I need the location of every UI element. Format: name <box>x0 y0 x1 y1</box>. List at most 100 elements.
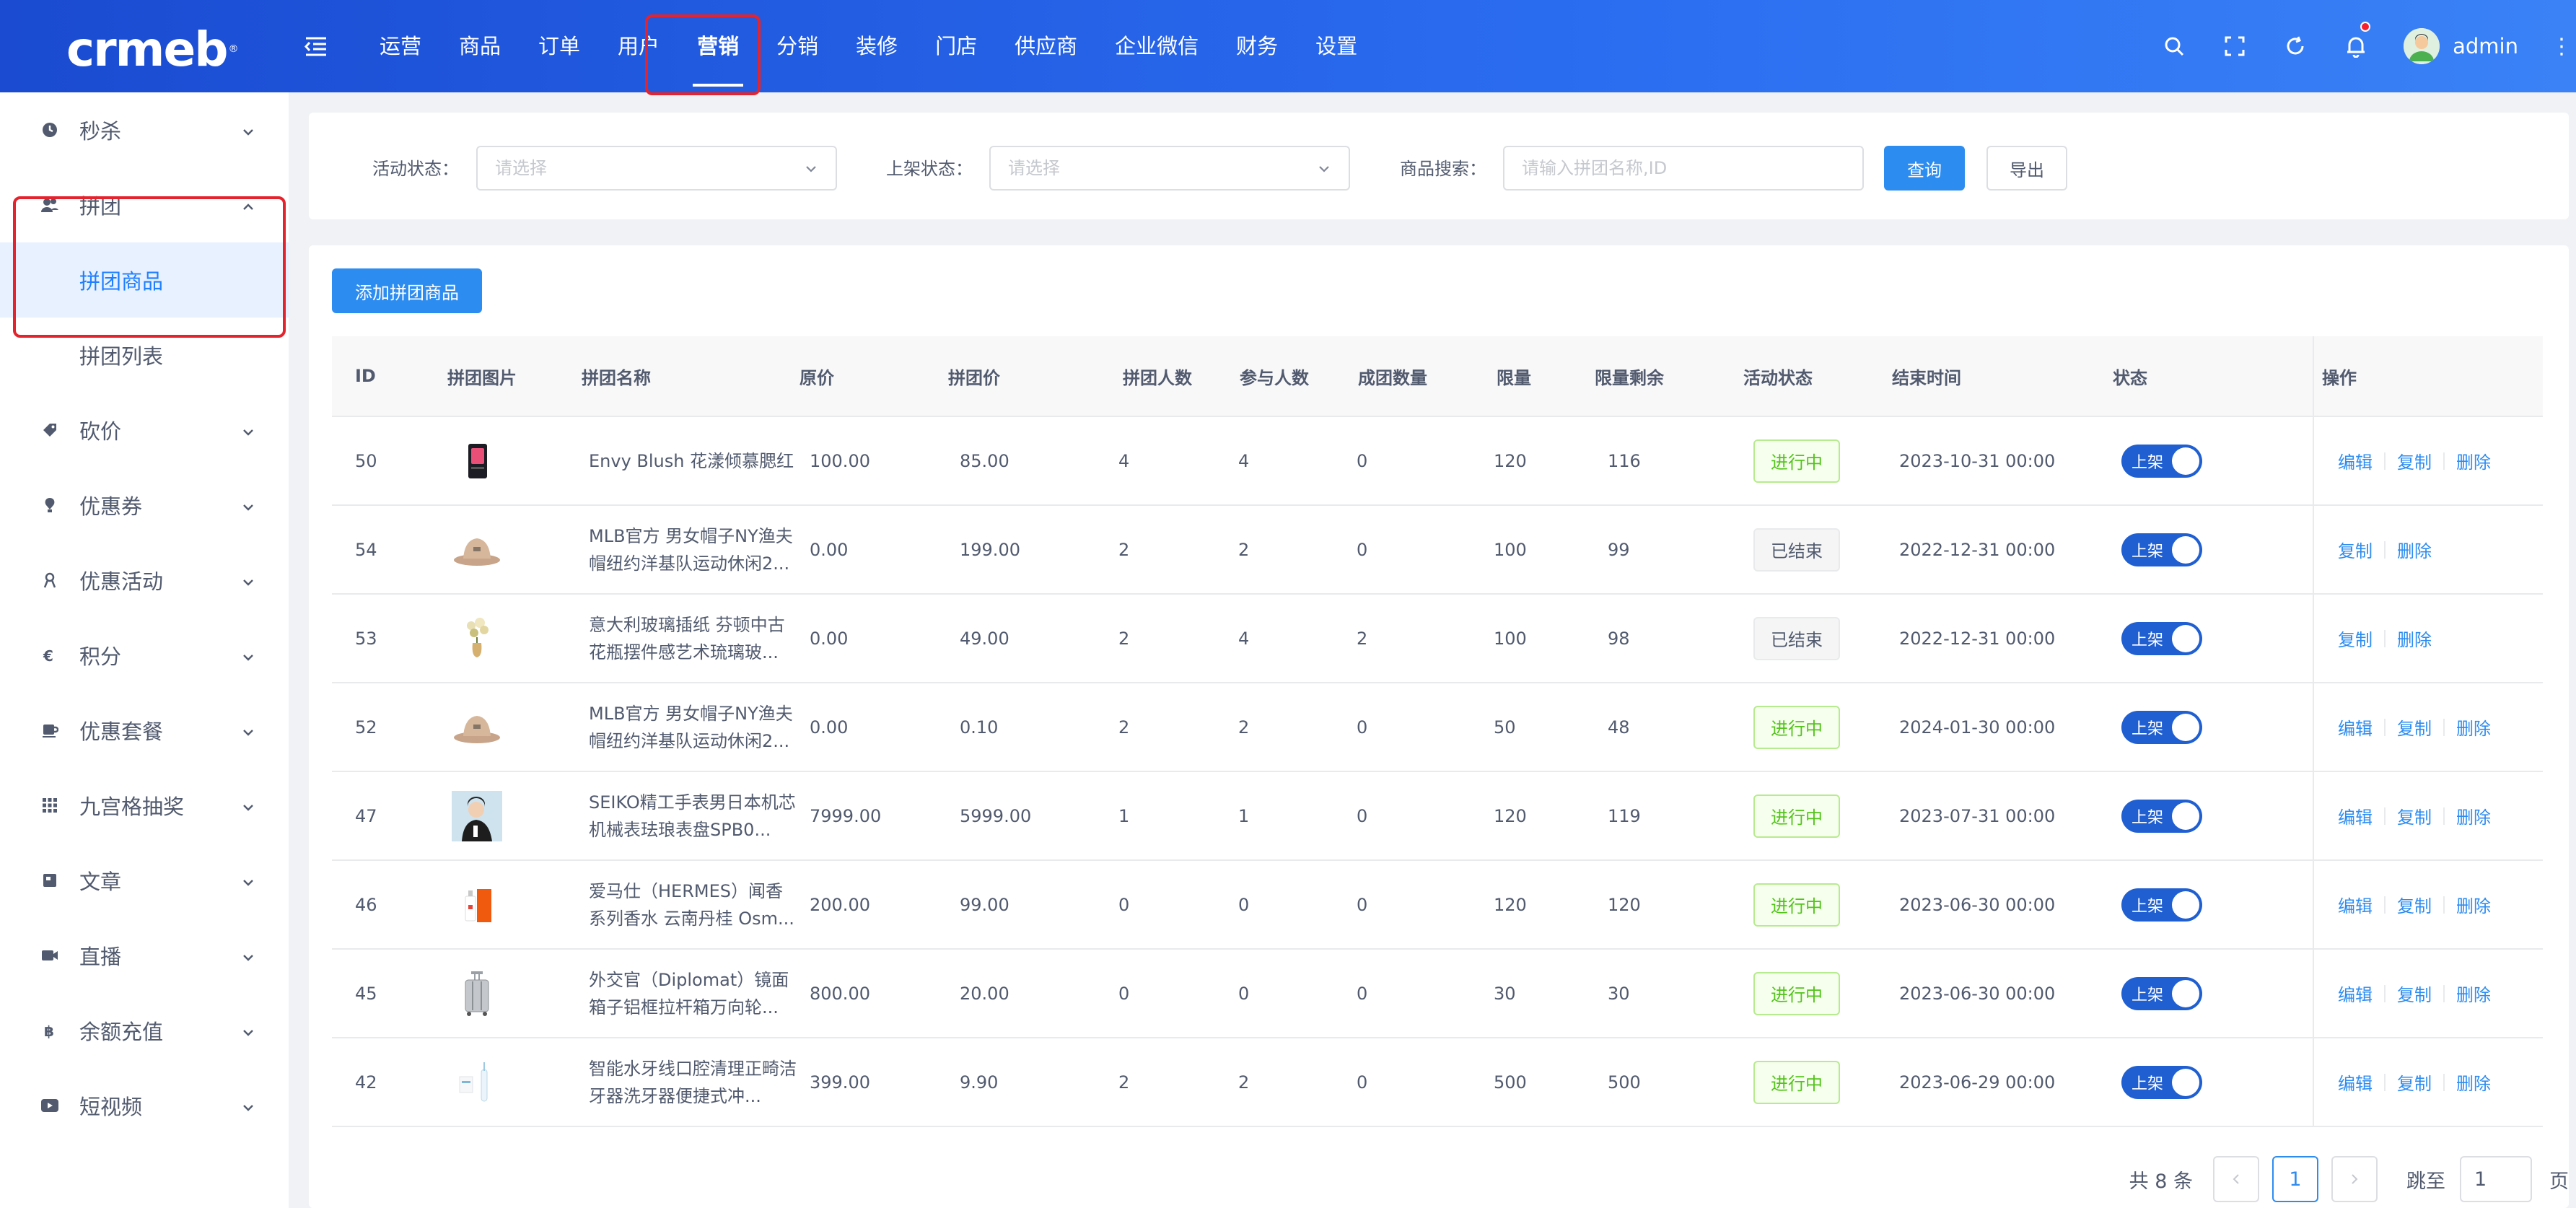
product-image[interactable] <box>452 772 502 859</box>
jump-page-input[interactable]: 1 <box>2460 1156 2532 1202</box>
row-actions: 编辑 复制 删除 <box>2338 803 2491 828</box>
action-link[interactable]: 编辑 <box>2338 892 2373 917</box>
page-1-button[interactable]: 1 <box>2272 1156 2318 1202</box>
sidebar-item[interactable]: € 积分 <box>0 618 289 693</box>
bell-icon[interactable] <box>2326 0 2386 92</box>
product-image[interactable] <box>452 1038 502 1126</box>
topnav-item[interactable]: 财务 <box>1217 0 1297 92</box>
action-link[interactable]: 删除 <box>2456 448 2491 473</box>
action-link[interactable]: 编辑 <box>2338 1069 2373 1095</box>
query-button[interactable]: 查询 <box>1884 146 1965 191</box>
product-image[interactable] <box>452 683 502 771</box>
table-panel: 添加拼团商品 ID 拼团图片 拼团名称 原价 拼团价 拼团人数 参与人数 成团数量 限量 限量剩余… <box>309 245 2569 1208</box>
action-link[interactable]: 编辑 <box>2338 714 2373 740</box>
sidebar-item[interactable]: 直播 <box>0 918 289 993</box>
toggle-label: 上架 <box>2132 1074 2164 1093</box>
sidebar-item-label: 九宫格抽奖 <box>79 795 185 819</box>
action-link[interactable]: 删除 <box>2397 537 2432 562</box>
fullscreen-icon[interactable] <box>2204 0 2265 92</box>
product-image[interactable] <box>452 950 502 1037</box>
prev-page-button[interactable] <box>2213 1156 2259 1202</box>
sidebar-item-label: 文章 <box>79 870 122 894</box>
product-image[interactable] <box>452 595 502 682</box>
refresh-icon[interactable] <box>2265 0 2326 92</box>
sidebar-item[interactable]: 优惠券 <box>0 468 289 543</box>
topnav-item[interactable]: 企业微信 <box>1096 0 1217 92</box>
cell-shelf-switch: 上架 <box>2121 950 2202 1037</box>
chevron-down-icon <box>240 872 257 889</box>
product-image[interactable] <box>452 861 502 948</box>
sidebar-item[interactable]: 优惠活动 <box>0 543 289 618</box>
sidebar-item[interactable]: ฿ 余额充值 <box>0 993 289 1068</box>
cell-limit: 120 <box>1494 450 1527 471</box>
action-link[interactable]: 复制 <box>2397 981 2432 1006</box>
topnav-item[interactable]: 装修 <box>837 0 916 92</box>
action-link[interactable]: 复制 <box>2397 714 2432 740</box>
cell-groups-formed: 0 <box>1357 1072 1368 1093</box>
sidebar-item[interactable]: 文章 <box>0 843 289 918</box>
product-image[interactable] <box>452 417 502 504</box>
action-link[interactable]: 删除 <box>2397 626 2432 651</box>
sidebar-item[interactable]: 优惠套餐 <box>0 693 289 768</box>
topnav-item[interactable]: 运营 <box>361 0 440 92</box>
topnav-item[interactable]: 供应商 <box>996 0 1096 92</box>
shelf-toggle[interactable]: 上架 <box>2121 533 2202 566</box>
highlight-box-marketing <box>645 14 761 95</box>
product-image[interactable] <box>452 506 502 593</box>
article-icon <box>40 871 59 890</box>
shelf-toggle[interactable]: 上架 <box>2121 976 2202 1010</box>
sidebar-item[interactable]: 秒杀 <box>0 92 289 167</box>
pagination: 共 8 条 1 跳至 1 页 <box>2129 1155 2569 1204</box>
username[interactable]: admin <box>2453 34 2518 58</box>
row-actions: 复制 删除 <box>2338 537 2432 562</box>
notification-dot <box>2360 22 2371 32</box>
next-page-button[interactable] <box>2331 1156 2378 1202</box>
action-link[interactable]: 删除 <box>2456 981 2491 1006</box>
shelf-toggle[interactable]: 上架 <box>2121 1065 2202 1099</box>
action-link[interactable]: 复制 <box>2338 626 2373 651</box>
action-divider <box>2384 452 2386 470</box>
cell-joined: 2 <box>1238 1072 1250 1093</box>
cell-id: 47 <box>355 805 377 826</box>
add-groupbuy-product-button[interactable]: 添加拼团商品 <box>332 268 482 313</box>
action-link[interactable]: 编辑 <box>2338 803 2373 828</box>
sidebar-item[interactable]: 短视频 <box>0 1068 289 1143</box>
action-link[interactable]: 删除 <box>2456 803 2491 828</box>
coupon-icon <box>40 496 59 515</box>
topnav-item[interactable]: 商品 <box>440 0 520 92</box>
action-link[interactable]: 复制 <box>2397 1069 2432 1095</box>
shelf-toggle[interactable]: 上架 <box>2121 799 2202 833</box>
topnav-item[interactable]: 订单 <box>520 0 599 92</box>
cell-activity-status: 已结束 <box>1753 595 1840 682</box>
shelf-status-select[interactable]: 请选择 <box>989 146 1350 191</box>
shelf-toggle[interactable]: 上架 <box>2121 444 2202 478</box>
sidebar-item[interactable]: 砍价 <box>0 393 289 468</box>
cell-limit-remaining: 120 <box>1608 894 1641 915</box>
topnav-item[interactable]: 设置 <box>1297 0 1376 92</box>
more-vertical-icon[interactable]: ⋮ <box>2547 0 2576 92</box>
product-search-input[interactable]: 请输入拼团名称,ID <box>1503 146 1864 191</box>
sidebar-item[interactable]: 九宫格抽奖 <box>0 768 289 843</box>
shelf-toggle[interactable]: 上架 <box>2121 710 2202 744</box>
action-link[interactable]: 编辑 <box>2338 448 2373 473</box>
shelf-toggle[interactable]: 上架 <box>2121 888 2202 922</box>
shelf-toggle[interactable]: 上架 <box>2121 621 2202 655</box>
menu-collapse-icon[interactable] <box>303 33 329 59</box>
export-button[interactable]: 导出 <box>1986 146 2067 191</box>
action-link[interactable]: 删除 <box>2456 892 2491 917</box>
action-link[interactable]: 复制 <box>2397 892 2432 917</box>
search-icon[interactable] <box>2144 0 2204 92</box>
action-link[interactable]: 删除 <box>2456 714 2491 740</box>
avatar[interactable] <box>2404 28 2440 64</box>
topnav-item[interactable]: 门店 <box>916 0 996 92</box>
action-link[interactable]: 编辑 <box>2338 981 2373 1006</box>
column-divider <box>2313 417 2314 504</box>
activity-status-select[interactable]: 请选择 <box>476 146 837 191</box>
action-link[interactable]: 删除 <box>2456 1069 2491 1095</box>
topnav-item[interactable]: 分销 <box>758 0 837 92</box>
action-link[interactable]: 复制 <box>2397 803 2432 828</box>
action-link[interactable]: 复制 <box>2397 448 2432 473</box>
action-link[interactable]: 复制 <box>2338 537 2373 562</box>
brand-logo[interactable]: crmeb ® <box>66 20 238 78</box>
cell-group-size: 2 <box>1118 717 1130 738</box>
